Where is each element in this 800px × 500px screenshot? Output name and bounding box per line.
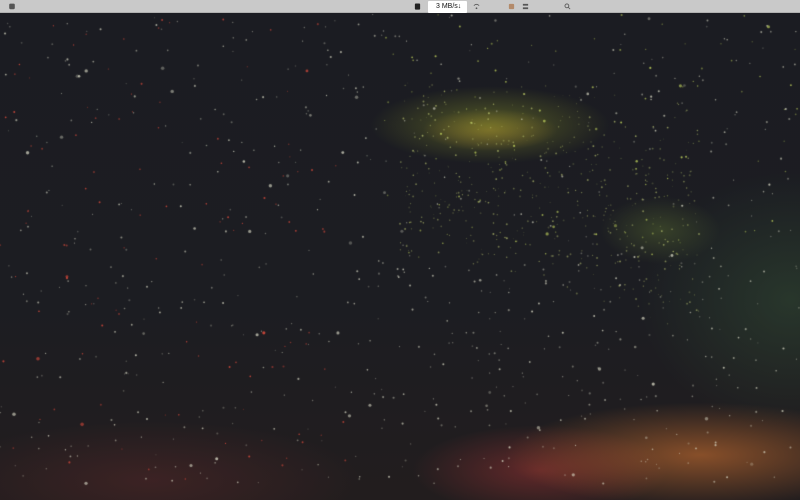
battery-icon[interactable] [414, 3, 421, 10]
desktop-wallpaper: 3 MB/s↓ [0, 0, 800, 500]
search-icon[interactable] [564, 3, 571, 10]
starfield-wallpaper [0, 0, 800, 500]
menu-bar-left [0, 0, 146, 13]
control-center-icon[interactable] [522, 3, 529, 10]
menu-bar: 3 MB/s↓ [0, 0, 800, 13]
app-status-icon[interactable] [508, 3, 515, 10]
menu-bar-status-area: 3 MB/s↓ [414, 0, 585, 13]
wifi-icon[interactable] [473, 3, 480, 10]
apple-icon[interactable] [8, 2, 16, 10]
network-speed-indicator[interactable]: 3 MB/s↓ [428, 0, 468, 13]
